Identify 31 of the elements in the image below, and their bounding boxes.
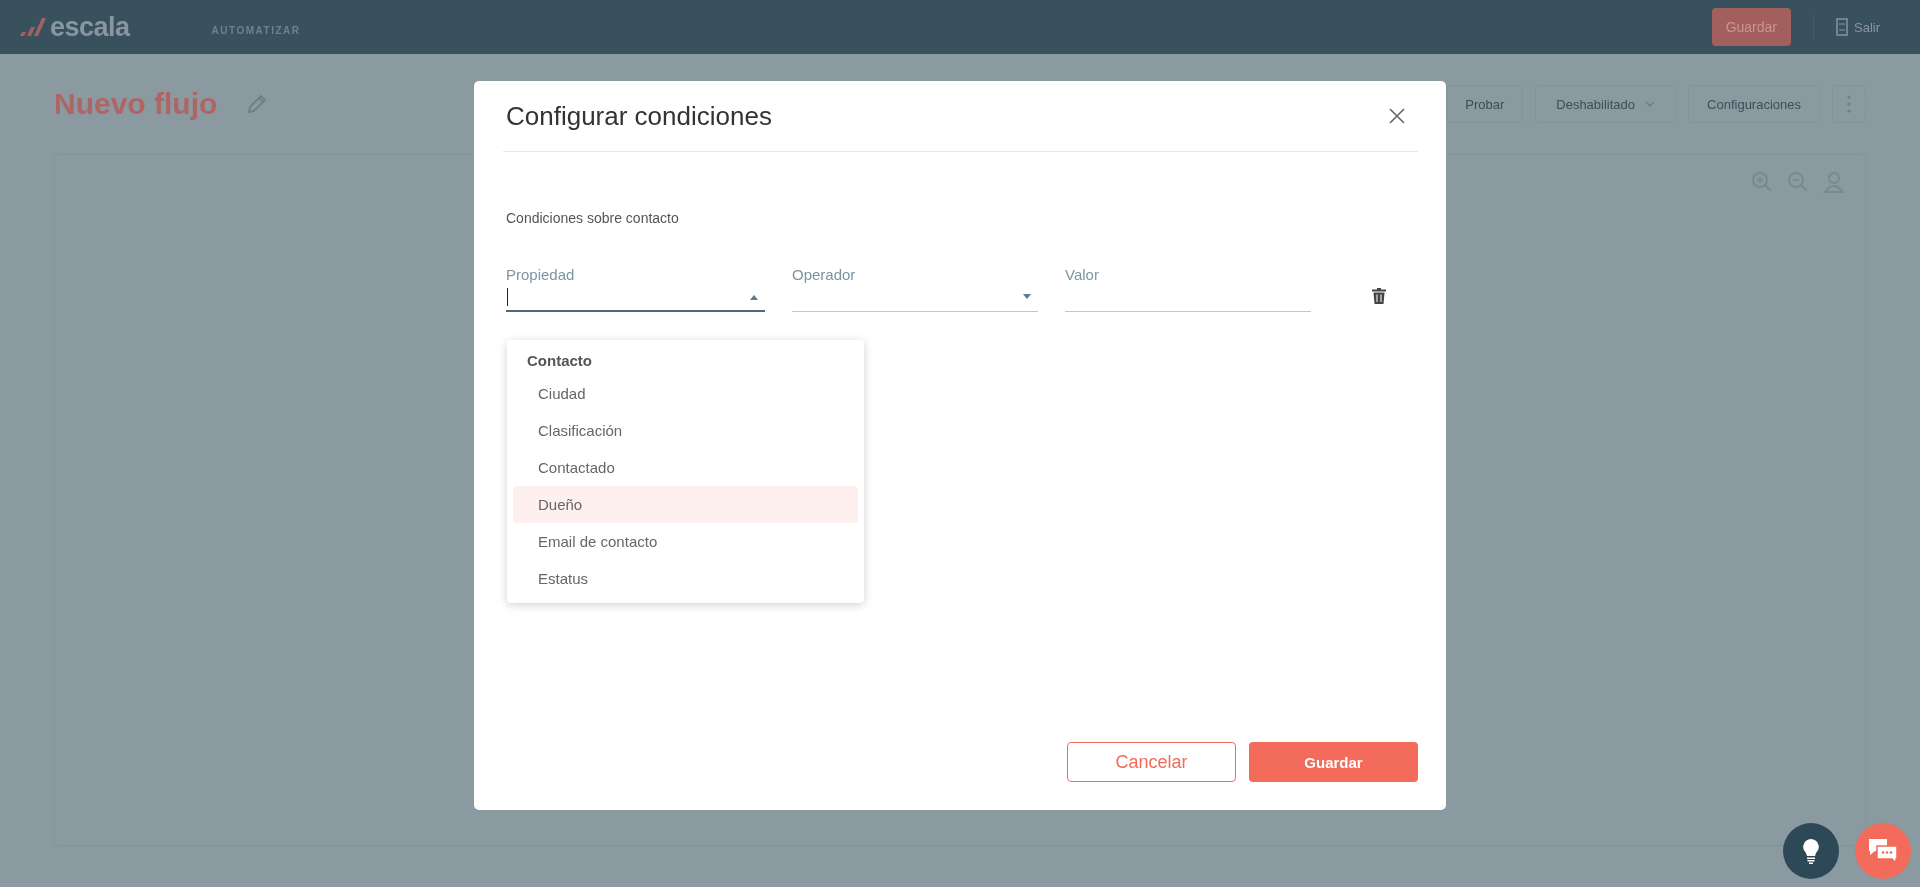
settings-button[interactable]: Configuraciones (1688, 85, 1820, 123)
more-button[interactable] (1832, 85, 1866, 123)
test-button[interactable]: Probar (1446, 85, 1524, 123)
cancel-button[interactable]: Cancelar (1067, 742, 1236, 782)
trash-icon (1372, 288, 1386, 304)
menu-option[interactable]: Dueño (513, 486, 858, 523)
save-button[interactable]: Guardar (1249, 742, 1418, 782)
logout-link[interactable]: Salir (1836, 18, 1880, 36)
close-icon (1388, 107, 1406, 125)
status-dropdown[interactable]: Deshabilitado (1535, 85, 1677, 123)
form-field[interactable]: Propiedad (506, 266, 765, 312)
caret-up-icon (749, 293, 759, 300)
group-heading: Contacto (526, 351, 593, 371)
bars-logo-icon (18, 16, 48, 38)
form-field[interactable]: Valor (1065, 266, 1311, 312)
lightbulb-icon (1802, 838, 1820, 864)
menu-option[interactable]: Clasificación (513, 412, 858, 449)
logo-text: escala (50, 11, 130, 43)
caret-down-icon (1022, 294, 1032, 300)
caret-icon (1645, 101, 1656, 107)
flow-title: Nuevo flujo (54, 87, 218, 121)
chat-button[interactable] (1855, 823, 1911, 879)
tips-button[interactable] (1783, 823, 1839, 879)
menu-option[interactable]: Email de contacto (513, 523, 858, 560)
dialog-title: Configurar condiciones (506, 100, 772, 132)
section-label: Condiciones sobre contacto (506, 210, 680, 226)
door-icon (1836, 18, 1848, 36)
menu-option[interactable]: Estatus (513, 560, 858, 597)
menu-option[interactable]: Contactado (513, 449, 858, 486)
menu-option[interactable]: Ciudad (513, 375, 858, 412)
form-field[interactable]: Operador (792, 266, 1038, 312)
